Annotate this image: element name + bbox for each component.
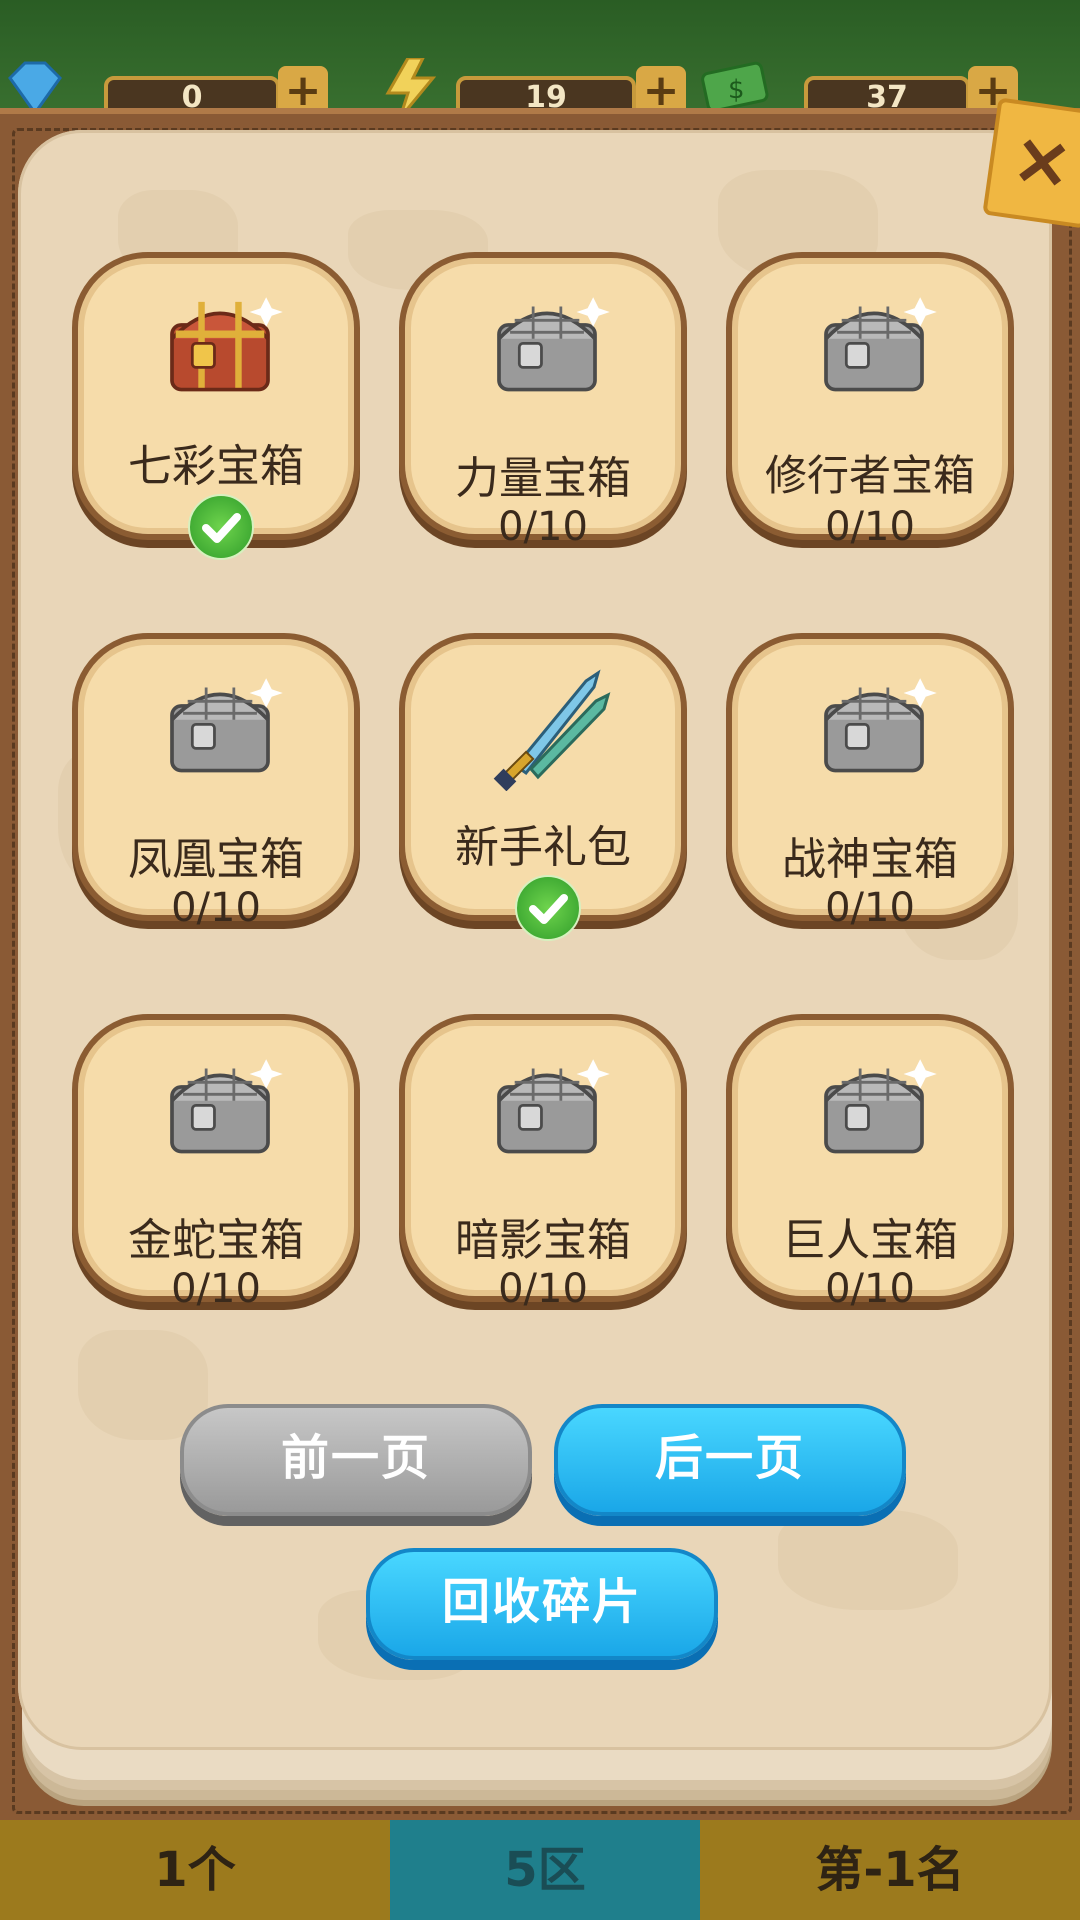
- next-page-button[interactable]: 后一页: [554, 1404, 906, 1516]
- silver-chest-icon: [170, 678, 283, 773]
- chest-name: 暗影宝箱: [455, 1215, 631, 1266]
- gold-chest-icon: [170, 297, 283, 392]
- previous-page-button[interactable]: 前一页: [180, 1404, 532, 1516]
- silver-chest-icon: [824, 1059, 937, 1154]
- resource-bar: 0 + 19 + $ 37 +: [0, 0, 1080, 124]
- chest-card[interactable]: 力量宝箱 0/10: [399, 252, 687, 550]
- bottom-status-bar: 1个 5区 第-1名: [0, 1820, 1080, 1920]
- claimed-check-icon: [515, 875, 581, 941]
- background-blob: [778, 1510, 958, 1610]
- silver-chest-icon: [497, 1059, 610, 1154]
- chest-card[interactable]: 凤凰宝箱 0/10: [72, 633, 360, 931]
- fragment-count: 0/10: [825, 885, 915, 931]
- sword-icon: [493, 669, 611, 791]
- silver-chest-icon: [824, 678, 937, 773]
- close-icon: ×: [1006, 114, 1079, 206]
- recycle-fragments-button[interactable]: 回收碎片: [366, 1548, 718, 1660]
- chest-card[interactable]: 巨人宝箱 0/10: [726, 1014, 1014, 1312]
- fragment-count: 0/10: [498, 504, 588, 550]
- chest-name: 战神宝箱: [782, 834, 958, 885]
- chest-name: 修行者宝箱: [764, 451, 975, 500]
- fragment-count: 0/10: [171, 885, 261, 931]
- close-button[interactable]: ×: [982, 97, 1080, 229]
- fragment-count: 0/10: [171, 1266, 261, 1312]
- item-count: 1个: [0, 1820, 390, 1920]
- chest-name: 巨人宝箱: [782, 1215, 958, 1266]
- chest-name: 金蛇宝箱: [128, 1215, 304, 1266]
- silver-chest-icon: [824, 297, 937, 392]
- chest-card[interactable]: 修行者宝箱 0/10: [726, 252, 1014, 550]
- silver-chest-icon: [170, 1059, 283, 1154]
- chest-card[interactable]: 战神宝箱 0/10: [726, 633, 1014, 931]
- claimed-check-icon: [188, 494, 254, 560]
- svg-text:$: $: [728, 75, 745, 105]
- chest-name: 凤凰宝箱: [128, 834, 304, 885]
- fragment-count: 0/10: [825, 504, 915, 550]
- chest-name: 七彩宝箱: [128, 441, 304, 492]
- ranking: 第-1名: [700, 1820, 1080, 1920]
- chest-card[interactable]: 新手礼包: [399, 633, 687, 941]
- chest-name: 力量宝箱: [455, 453, 631, 504]
- chest-name: 新手礼包: [455, 822, 631, 873]
- fragment-count: 0/10: [825, 1266, 915, 1312]
- fragment-count: 0/10: [498, 1266, 588, 1312]
- chest-card[interactable]: 金蛇宝箱 0/10: [72, 1014, 360, 1312]
- chest-card[interactable]: 暗影宝箱 0/10: [399, 1014, 687, 1312]
- server-zone: 5区: [390, 1820, 700, 1920]
- chest-card[interactable]: 七彩宝箱: [72, 252, 360, 560]
- silver-chest-icon: [497, 297, 610, 392]
